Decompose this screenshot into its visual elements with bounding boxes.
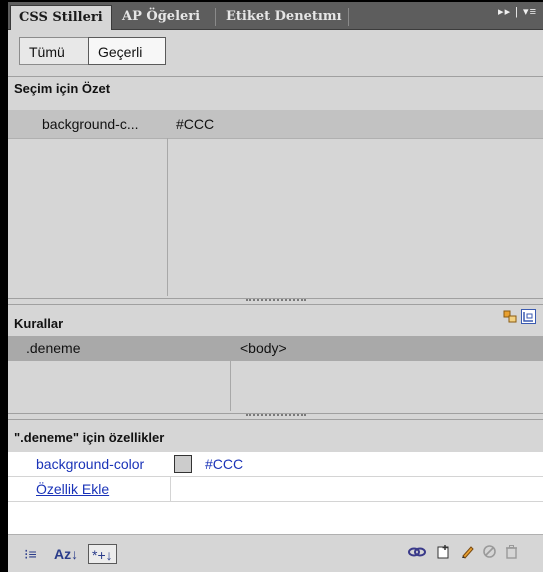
rule-row[interactable]: .deneme <body> — [8, 336, 543, 361]
summary-property: background-c... — [42, 116, 139, 132]
disable-css-icon[interactable] — [482, 544, 497, 564]
property-value[interactable]: #CCC — [205, 452, 243, 476]
bottom-toolbar: ⁝≡ Az↓ *+↓ — [8, 534, 543, 572]
add-property-link[interactable]: Özellik Ekle — [36, 477, 109, 501]
attach-stylesheet-icon[interactable] — [408, 544, 426, 564]
window-edge — [0, 0, 8, 571]
add-property-row: Özellik Ekle — [8, 477, 543, 502]
properties-header: ".deneme" için özellikler — [14, 430, 165, 445]
summary-row[interactable]: background-c... #CCC — [8, 110, 543, 139]
property-name[interactable]: background-color — [36, 452, 144, 476]
panel-tab-bar: CSS Stilleri AP Öğeleri Etiket Denetımı … — [8, 2, 543, 30]
tab-separator — [348, 8, 349, 26]
pane-resize-handle[interactable] — [8, 298, 543, 305]
column-divider — [230, 361, 231, 411]
alphabetical-view-icon[interactable]: Az↓ — [54, 544, 78, 564]
grip-dots — [245, 414, 306, 420]
column-divider — [170, 477, 171, 502]
pane-resize-handle[interactable] — [8, 413, 543, 420]
view-toggle-row: Tümü Geçerli — [8, 30, 543, 74]
tab-separator — [215, 8, 216, 26]
tab-tag-inspector[interactable]: Etiket Denetımı — [218, 5, 350, 29]
summary-table: background-c... #CCC — [8, 108, 543, 296]
properties-table: background-color #CCC Özellik Ekle — [8, 452, 543, 534]
rules-header: Kurallar — [14, 316, 64, 331]
edit-style-icon[interactable] — [460, 544, 475, 564]
column-divider — [167, 138, 168, 296]
delete-rule-icon[interactable] — [504, 544, 519, 564]
window-edge — [0, 0, 543, 2]
tab-css-styles[interactable]: CSS Stilleri — [10, 5, 112, 30]
panel-menu-icon[interactable]: ▸▸ | ▾≡ — [498, 5, 537, 18]
rules-empty-area — [8, 361, 543, 411]
property-row[interactable]: background-color #CCC — [8, 452, 543, 477]
tab-ap-elements[interactable]: AP Öğeleri — [114, 5, 208, 29]
rules-view-icons — [499, 309, 539, 325]
rule-selector: .deneme — [26, 340, 81, 356]
css-styles-panel: CSS Stilleri AP Öğeleri Etiket Denetımı … — [0, 0, 543, 572]
color-swatch[interactable] — [174, 455, 192, 473]
show-set-properties-icon[interactable]: *+↓ — [88, 544, 117, 564]
category-view-icon[interactable]: ⁝≡ — [24, 544, 37, 564]
summary-header: Seçim için Özet — [8, 76, 543, 100]
all-mode-button[interactable]: Tümü — [19, 37, 89, 65]
current-mode-button[interactable]: Geçerli — [88, 37, 166, 65]
summary-value: #CCC — [176, 116, 215, 132]
tree-view-icon[interactable] — [521, 309, 536, 324]
rule-source: <body> — [240, 340, 287, 356]
grip-dots — [245, 299, 306, 305]
new-css-rule-icon[interactable] — [436, 544, 451, 564]
cascade-view-icon[interactable] — [503, 309, 518, 324]
